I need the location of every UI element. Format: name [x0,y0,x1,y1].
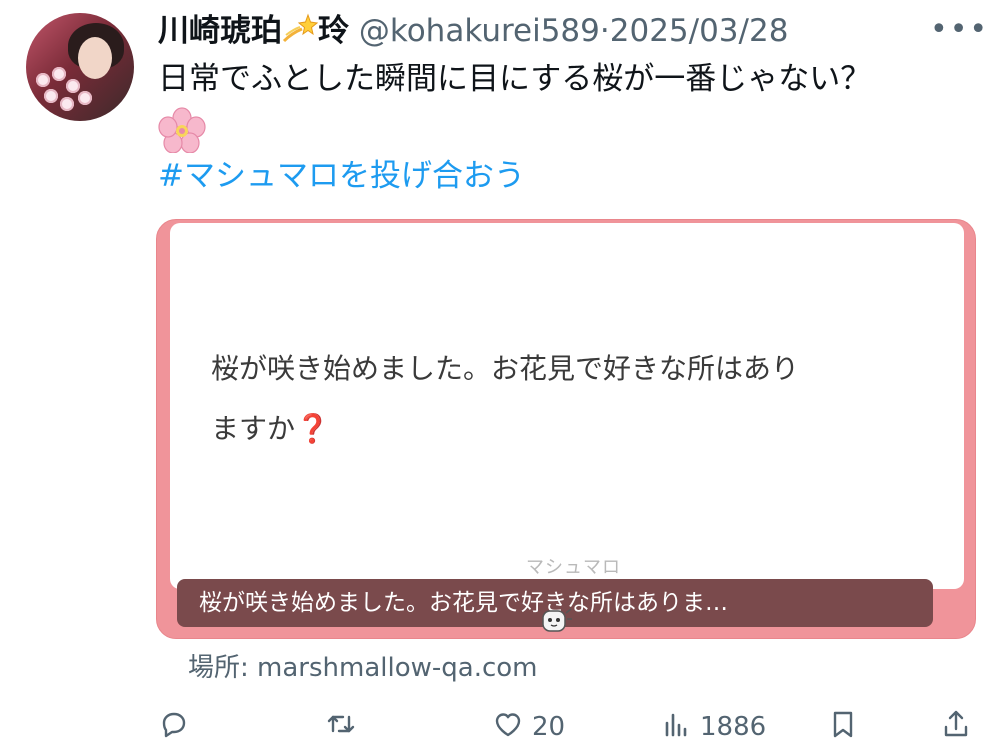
more-icon[interactable]: ••• [930,12,989,47]
card-brand: マシュマロ [526,557,621,578]
link-card[interactable]: 桜が咲き始めました。お花見で好きな所はあり ますか❓ マシュマロ 桜が咲き始めま… [156,219,976,639]
display-name[interactable]: 川崎琥珀 [158,13,282,49]
share-icon [940,708,972,747]
question-text-line2: ますか❓ [211,407,330,447]
avatar[interactable] [26,13,134,121]
card-image: 桜が咲き始めました。お花見で好きな所はあり ますか❓ マシュマロ [170,223,964,589]
retweet-button[interactable] [325,708,357,746]
view-count: 1886 [700,712,767,742]
retweet-icon [325,708,357,747]
question-mark-icon: ❓ [295,412,330,445]
marshmallow-mascot-icon [537,605,573,635]
share-button[interactable] [940,708,972,746]
question-text-line1: 桜が咲き始めました。お花見で好きな所はあり [211,352,800,385]
post-header: 川崎琥珀玲 @kohakurei589·2025/03/28 [158,10,788,54]
sparkle-icon [282,11,319,54]
separator-dot: · [599,13,610,49]
avatar-flowers [32,67,102,117]
bookmark-button[interactable] [827,708,859,746]
bookmark-icon [827,708,859,747]
hashtag-link[interactable]: #マシュマロを投げ合おう [158,155,525,197]
post-text: 日常でふとした瞬間に目にする桜が一番じゃない？ [158,61,872,97]
user-handle[interactable]: @kohakurei589 [359,13,600,49]
views-button[interactable]: 1886 [660,708,766,746]
like-button[interactable]: 20 [492,708,565,746]
reply-button[interactable] [158,708,190,746]
reply-icon [158,708,190,747]
like-count: 20 [532,712,566,742]
display-name-suffix[interactable]: 玲 [318,13,349,49]
action-bar: 20 1886 [0,708,1000,746]
cherry-blossom-icon [158,107,206,154]
post-date[interactable]: 2025/03/28 [610,13,789,49]
card-domain[interactable]: 場所: marshmallow-qa.com [188,650,538,686]
like-icon [492,708,524,747]
views-icon [660,708,692,747]
question-text-line2-label: ますか [211,412,296,445]
